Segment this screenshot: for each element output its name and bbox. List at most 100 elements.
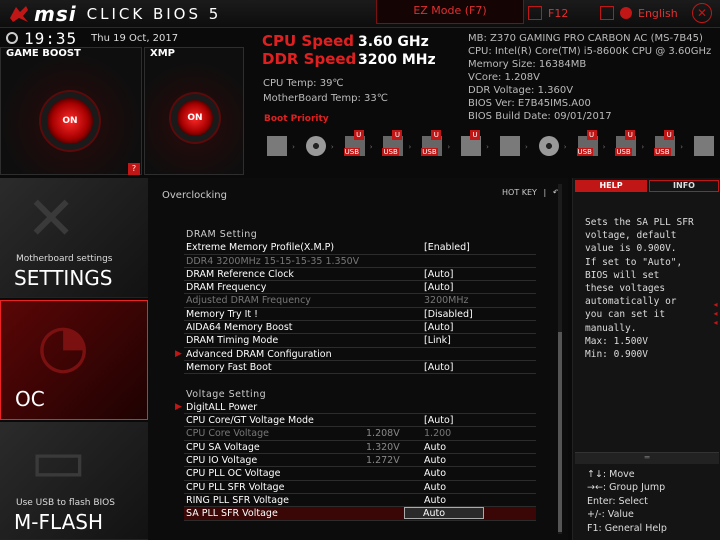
hotkey-separator: | — [543, 188, 547, 197]
game-boost-title: GAME BOOST — [6, 48, 81, 59]
usb-drive-icon[interactable]: USB U — [380, 130, 405, 164]
mb-temp: MotherBoard Temp: 33℃ — [263, 93, 388, 104]
side-tab-handle[interactable]: ◂◂◂ — [708, 300, 720, 340]
boot-arrow: › — [447, 143, 451, 151]
optical-disc-icon[interactable] — [303, 130, 328, 164]
floppy-icon[interactable]: U — [458, 130, 483, 164]
setting-row[interactable]: CPU SA Voltage 1.320V Auto — [184, 441, 536, 455]
setting-value[interactable]: [Link] — [424, 334, 451, 347]
settings-subtitle: Motherboard settings — [16, 254, 113, 264]
scrollbar-thumb[interactable] — [558, 332, 562, 532]
key-legend: ↑↓: Move →←: Group Jump Enter: Select +/-: … — [587, 468, 667, 535]
setting-label: CPU SA Voltage — [186, 441, 260, 453]
nav-oc[interactable]: ◔ OC — [0, 300, 148, 420]
setting-row[interactable]: CPU Core/GT Voltage Mode [Auto] — [184, 414, 536, 428]
scrollbar[interactable] — [556, 184, 564, 534]
language-button[interactable]: English — [600, 4, 678, 22]
help-line: BIOS will set — [585, 269, 660, 281]
setting-row: DDR4 3200MHz 15-15-15-35 1.350V — [184, 255, 536, 268]
setting-row[interactable]: ▶ Advanced DRAM Configuration — [175, 348, 536, 361]
usb-drive-icon[interactable]: USB U — [613, 130, 638, 164]
settings-title: SETTINGS — [14, 266, 113, 290]
setting-row[interactable]: CPU IO Voltage 1.272V Auto — [184, 454, 536, 468]
setting-row[interactable]: DRAM Timing Mode [Link] — [184, 334, 536, 348]
boot-device-shape — [267, 136, 287, 156]
setting-value[interactable]: [Auto] — [424, 321, 453, 334]
setting-value[interactable]: Auto — [424, 441, 446, 454]
setting-row[interactable]: SA PLL SFR Voltage Auto — [184, 507, 536, 521]
mflash-subtitle: Use USB to flash BIOS — [16, 498, 115, 508]
setting-row[interactable]: AIDA64 Memory Boost [Auto] — [184, 321, 536, 335]
close-icon[interactable]: ✕ — [692, 3, 712, 23]
usb-key-icon[interactable]: USB U — [419, 130, 444, 164]
setting-value[interactable]: [Auto] — [424, 361, 453, 374]
game-boost-knob[interactable]: ON — [47, 98, 93, 144]
setting-value[interactable]: [Auto] — [424, 414, 453, 427]
boot-arrow: › — [292, 143, 295, 151]
current-value: 1.320V — [366, 441, 400, 453]
screenshot-button[interactable]: F12 — [528, 4, 568, 22]
tab-help[interactable]: HELP — [575, 180, 647, 192]
setting-value[interactable]: Auto — [424, 454, 446, 467]
key-hint: Enter: Select — [587, 495, 648, 507]
setting-label: DRAM Timing Mode — [186, 335, 279, 347]
setting-value[interactable]: Auto — [424, 467, 446, 480]
side-nav: ✕ Motherboard settings SETTINGS ◔ OC ▭ U… — [0, 178, 148, 540]
key-hint: +/-: Value — [587, 509, 634, 521]
xmp-knob[interactable]: ON — [177, 100, 213, 136]
setting-row[interactable]: Extreme Memory Profile(X.M.P) [Enabled] — [184, 241, 536, 255]
setting-row: CPU Core Voltage 1.208V 1.200 — [184, 427, 536, 441]
optical-disc-icon[interactable] — [536, 130, 561, 164]
setting-label: DDR4 3200MHz 15-15-15-35 1.350V — [186, 255, 360, 267]
usb-key-icon[interactable]: USB U — [652, 130, 677, 164]
usb-drive-icon[interactable]: USB U — [575, 130, 600, 164]
setting-row[interactable]: CPU PLL SFR Voltage Auto — [184, 481, 536, 494]
setting-value[interactable]: Auto — [424, 481, 446, 494]
setting-value[interactable]: Auto — [404, 507, 484, 520]
setting-value[interactable]: Auto — [424, 494, 446, 507]
uefi-badge: U — [586, 130, 597, 140]
speedometer-icon: ◔ — [37, 311, 90, 381]
setting-label: Adjusted DRAM Frequency — [186, 295, 311, 307]
msi-logo: msi CLICK BIOS 5 — [8, 2, 221, 26]
boot-arrow: › — [641, 143, 645, 151]
usb-drive-icon[interactable]: USB U — [342, 130, 367, 164]
boot-arrow: › — [680, 143, 684, 151]
setting-row[interactable]: Memory Fast Boot [Auto] — [184, 361, 536, 375]
setting-row[interactable]: DRAM Reference Clock [Auto] — [184, 268, 536, 282]
hotkey-label: HOT KEY — [502, 188, 537, 197]
setting-row[interactable]: DRAM Frequency [Auto] — [184, 281, 536, 295]
game-boost-state: ON — [62, 116, 78, 126]
ez-mode-button[interactable]: EZ Mode (F7) — [376, 0, 524, 24]
network-card-icon[interactable] — [497, 130, 522, 164]
boot-arrow: › — [602, 143, 606, 151]
setting-row[interactable]: ▶ DigitALL Power — [175, 401, 536, 415]
network-card-icon[interactable] — [691, 130, 716, 164]
boot-arrow: › — [330, 143, 334, 151]
hard-drive-icon[interactable] — [264, 130, 289, 164]
setting-value[interactable]: [Disabled] — [424, 308, 473, 321]
help-line: manually. — [585, 322, 637, 334]
setting-row[interactable]: RING PLL SFR Voltage Auto — [184, 494, 536, 508]
help-line: voltage, default — [585, 230, 677, 242]
boot-arrow: › — [524, 143, 528, 151]
boot-priority-bar[interactable]: › › USB U › USB U › USB U › U › › › USB U › USB U › USB U › — [264, 126, 716, 168]
setting-label: SA PLL SFR Voltage — [186, 508, 278, 520]
setting-row[interactable]: CPU PLL OC Voltage Auto — [184, 467, 536, 481]
setting-value[interactable]: [Auto] — [424, 268, 453, 281]
setting-value[interactable]: [Enabled] — [424, 241, 470, 254]
nav-settings[interactable]: ✕ Motherboard settings SETTINGS — [0, 178, 148, 298]
tab-info[interactable]: INFO — [649, 180, 719, 192]
hotkey-bar[interactable]: HOT KEY | ↶ — [498, 188, 559, 197]
setting-value[interactable]: [Auto] — [424, 281, 453, 294]
setting-row[interactable]: Memory Try It ! [Disabled] — [184, 308, 536, 322]
help-icon[interactable]: ? — [128, 163, 140, 175]
current-value: 1.208V — [366, 428, 400, 440]
nav-mflash[interactable]: ▭ Use USB to flash BIOS M-FLASH — [0, 422, 148, 540]
uefi-badge: U — [353, 130, 364, 140]
setting-value: 1.200 — [424, 428, 452, 440]
help-line: Max: 1.500V — [585, 335, 648, 347]
setting-label: Voltage Setting — [186, 388, 267, 400]
boot-arrow: › — [486, 143, 489, 151]
